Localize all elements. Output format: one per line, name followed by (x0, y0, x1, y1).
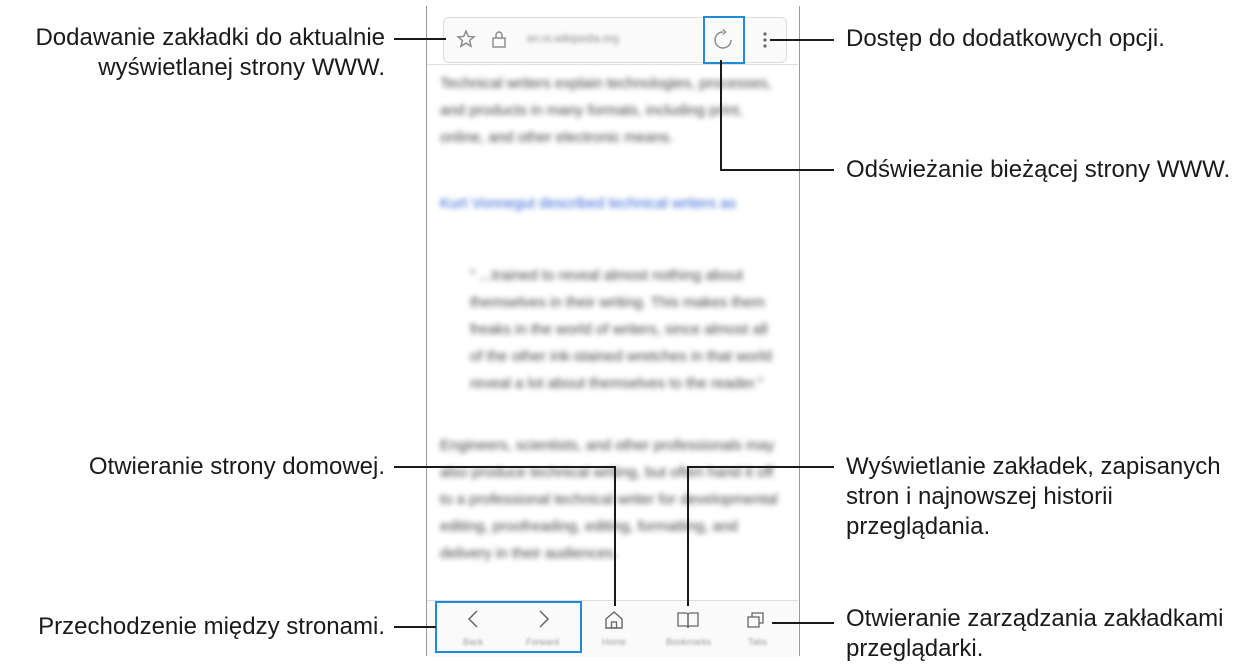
tabs-label: Tabs (748, 637, 768, 647)
navigate-callout: Przechodzenie między stronami. (38, 613, 385, 640)
url-text[interactable]: en.m.wikipedia.org (527, 31, 665, 47)
options-callout: Dostęp do dodatkowych opcji. (846, 25, 1165, 52)
content-link[interactable]: Kurt Vonnegut described technical writer… (440, 195, 736, 212)
tabs-callout: Otwieranie zarządzania zakładkami przegl… (846, 605, 1224, 662)
home-callout: Otwieranie strony domowej. (88, 453, 385, 480)
refresh-callout-hline (720, 169, 834, 171)
bookmarks-callout-vline (687, 466, 689, 606)
tabs-callout-line (772, 622, 834, 624)
bookmark-callout: Dodawanie zakładki do aktualnie wyświetl… (35, 24, 385, 81)
book-icon[interactable] (676, 609, 700, 636)
refresh-callout-vline (720, 60, 722, 170)
home-callout-vline (614, 466, 616, 606)
refresh-callout: Odświeżanie bieżącej strony WWW. (846, 156, 1231, 183)
content-paragraph-2: Kurt Vonnegut described technical writer… (440, 190, 785, 217)
content-paragraph-1: Technical writers explain technologies, … (440, 75, 772, 146)
content-paragraph-3: Engineers, scientists, and other profess… (440, 437, 778, 562)
navigate-callout-line (394, 626, 436, 628)
options-callout-line (770, 39, 834, 41)
home-label: Home (602, 637, 627, 647)
star-icon[interactable] (455, 28, 477, 50)
navigation-highlight (435, 601, 582, 653)
bookmarks-view-callout: Wyświetlanie zakładek, zapisanych stron … (846, 453, 1221, 540)
bookmarks-label: Bookmarks (666, 637, 712, 647)
bookmark-callout-line (394, 38, 446, 40)
tabs-icon[interactable] (745, 610, 767, 635)
home-icon[interactable] (603, 609, 625, 636)
address-divider (427, 64, 798, 65)
bookmarks-callout-hline (687, 466, 834, 468)
lock-icon (488, 28, 510, 50)
refresh-highlight (703, 16, 745, 64)
home-callout-hline (394, 466, 616, 468)
content-quote: " ...trained to reveal almost nothing ab… (470, 267, 772, 392)
